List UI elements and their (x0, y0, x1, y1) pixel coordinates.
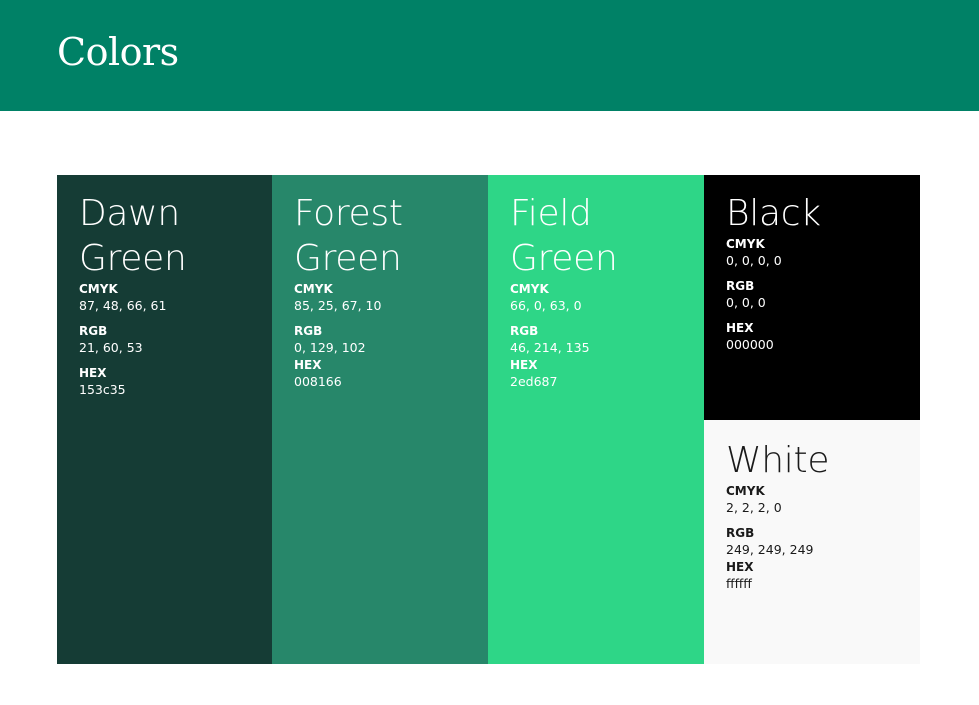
cmyk-label: CMYK (726, 484, 765, 498)
swatch-details: White CMYK 2, 2, 2, 0 RGB 249, 249, 249 … (726, 438, 829, 593)
cmyk-label: CMYK (726, 237, 765, 251)
cmyk-label: CMYK (510, 282, 549, 296)
hex-label: HEX (510, 358, 538, 372)
cmyk-value: 87, 48, 66, 61 (79, 298, 167, 313)
rgb-label: RGB (726, 279, 755, 293)
swatch-name: Dawn Green (79, 191, 187, 281)
header-bar: Colors (0, 0, 979, 111)
cmyk-label: CMYK (294, 282, 333, 296)
hex-value: 153c35 (79, 382, 126, 397)
rgb-value: 46, 214, 135 (510, 340, 590, 355)
swatch-name-line: Green (510, 238, 618, 279)
hex-value: ffffff (726, 576, 752, 591)
rgb-value: 249, 249, 249 (726, 542, 814, 557)
hex-label: HEX (294, 358, 322, 372)
swatch-name: Black (726, 191, 821, 236)
hex-value: 008166 (294, 374, 342, 389)
swatch-name-line: Field (510, 193, 592, 234)
swatch-name-line: Black (726, 193, 821, 234)
cmyk-label: CMYK (79, 282, 118, 296)
cmyk-value: 85, 25, 67, 10 (294, 298, 382, 313)
rgb-value: 0, 129, 102 (294, 340, 366, 355)
hex-value: 2ed687 (510, 374, 558, 389)
swatch-dawn-green: Dawn Green CMYK 87, 48, 66, 61 RGB 21, 6… (57, 175, 273, 664)
swatch-field-green: Field Green CMYK 66, 0, 63, 0 RGB 46, 21… (488, 175, 704, 664)
swatch-name-line: Green (79, 238, 187, 279)
rgb-value: 21, 60, 53 (79, 340, 143, 355)
swatch-details: Black CMYK 0, 0, 0, 0 RGB 0, 0, 0 HEX 00… (726, 191, 821, 354)
swatch-details: Forest Green CMYK 85, 25, 67, 10 RGB 0, … (294, 191, 403, 391)
hex-label: HEX (726, 560, 754, 574)
swatch-name-line: White (726, 440, 830, 481)
swatch-black: Black CMYK 0, 0, 0, 0 RGB 0, 0, 0 HEX 00… (704, 175, 920, 420)
cmyk-value: 0, 0, 0, 0 (726, 253, 782, 268)
swatch-details: Field Green CMYK 66, 0, 63, 0 RGB 46, 21… (510, 191, 618, 391)
rgb-label: RGB (294, 324, 323, 338)
swatch-name-line: Dawn (79, 193, 180, 234)
rgb-value: 0, 0, 0 (726, 295, 766, 310)
swatch-name-line: Forest (294, 193, 403, 234)
swatch-name: Forest Green (294, 191, 403, 281)
cmyk-value: 66, 0, 63, 0 (510, 298, 582, 313)
swatch-white: White CMYK 2, 2, 2, 0 RGB 249, 249, 249 … (704, 420, 920, 664)
page-title: Colors (57, 30, 179, 74)
swatch-name-line: Green (294, 238, 402, 279)
hex-value: 000000 (726, 337, 774, 352)
rgb-label: RGB (510, 324, 539, 338)
swatch-name: Field Green (510, 191, 618, 281)
rgb-label: RGB (726, 526, 755, 540)
hex-label: HEX (79, 366, 107, 380)
rgb-label: RGB (79, 324, 108, 338)
cmyk-value: 2, 2, 2, 0 (726, 500, 782, 515)
swatch-details: Dawn Green CMYK 87, 48, 66, 61 RGB 21, 6… (79, 191, 187, 399)
hex-label: HEX (726, 321, 754, 335)
swatch-name: White (726, 438, 829, 483)
swatch-forest-green: Forest Green CMYK 85, 25, 67, 10 RGB 0, … (272, 175, 488, 664)
